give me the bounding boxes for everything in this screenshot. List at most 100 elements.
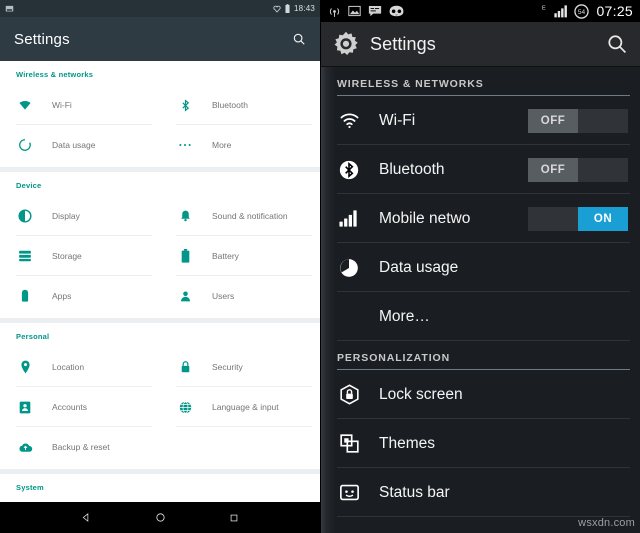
right-item-lock-screen[interactable]: Lock screen bbox=[321, 370, 640, 419]
dual-phone-settings-comparison: 18:43 Settings Wireless & networks Wi-Fi… bbox=[0, 0, 640, 533]
left-row: Storage Battery bbox=[0, 236, 320, 276]
right-status-time: 07:25 bbox=[596, 3, 633, 19]
left-page-title: Settings bbox=[14, 30, 70, 48]
left-item-backup-reset[interactable]: Backup & reset bbox=[0, 427, 160, 467]
toggle-knob-label: OFF bbox=[528, 157, 578, 182]
data-usage-icon bbox=[16, 136, 34, 154]
search-icon[interactable] bbox=[606, 33, 628, 55]
right-status-bar: E 54 07:25 bbox=[321, 0, 640, 22]
user-icon bbox=[176, 287, 194, 305]
recents-square-icon[interactable] bbox=[229, 513, 239, 523]
right-item-status-bar[interactable]: Status bar bbox=[321, 468, 640, 517]
left-item-language[interactable]: Language & input bbox=[160, 387, 320, 427]
wifi-toggle[interactable]: OFF bbox=[528, 108, 628, 133]
left-item-label: Data usage bbox=[52, 140, 96, 150]
right-item-themes[interactable]: Themes bbox=[321, 419, 640, 468]
signal-bars-icon bbox=[554, 4, 569, 18]
bell-icon bbox=[176, 207, 194, 225]
data-usage-icon bbox=[337, 256, 361, 280]
left-item-battery[interactable]: Battery bbox=[160, 236, 320, 276]
left-item-label: Bluetooth bbox=[212, 100, 248, 110]
left-item-empty bbox=[160, 427, 320, 467]
left-navigation-bar[interactable] bbox=[0, 502, 320, 533]
battery-icon bbox=[285, 4, 290, 13]
left-item-data-usage[interactable]: Data usage bbox=[0, 125, 160, 165]
search-icon[interactable] bbox=[292, 32, 306, 46]
mobile-network-toggle[interactable]: ON bbox=[528, 206, 628, 231]
left-item-storage[interactable]: Storage bbox=[0, 236, 160, 276]
right-settings-list[interactable]: WIRELESS & NETWORKS Wi-Fi OFF Bluetooth … bbox=[321, 67, 640, 533]
left-row: Apps Users bbox=[0, 276, 320, 316]
right-status-bar-notifications bbox=[328, 5, 404, 18]
watermark: wsxdn.com bbox=[578, 517, 635, 529]
left-row: Accounts Language & input bbox=[0, 387, 320, 427]
gear-icon bbox=[333, 31, 359, 57]
right-phone-screen: E 54 07:25 Settings WIRELESS & NETWORKS … bbox=[320, 0, 640, 533]
right-item-label: Mobile netwo bbox=[379, 209, 471, 227]
left-item-label: Language & input bbox=[212, 402, 279, 412]
left-item-location[interactable]: Location bbox=[0, 347, 160, 387]
left-item-label: Storage bbox=[52, 251, 82, 261]
right-item-label: Bluetooth bbox=[379, 160, 445, 178]
right-action-bar: Settings bbox=[321, 22, 640, 67]
accounts-icon bbox=[16, 398, 34, 416]
left-item-label: Backup & reset bbox=[52, 442, 110, 452]
bluetooth-toggle[interactable]: OFF bbox=[528, 157, 628, 182]
left-section-header: Personal bbox=[16, 332, 50, 341]
left-item-sound[interactable]: Sound & notification bbox=[160, 196, 320, 236]
lock-screen-icon bbox=[337, 383, 361, 407]
signal-bars-icon bbox=[337, 207, 361, 231]
left-section-wireless: Wireless & networks Wi-Fi Bluetooth Data… bbox=[0, 61, 320, 167]
network-type-label: E bbox=[542, 4, 549, 18]
left-item-bluetooth[interactable]: Bluetooth bbox=[160, 85, 320, 125]
left-phone-screen: 18:43 Settings Wireless & networks Wi-Fi… bbox=[0, 0, 320, 533]
left-item-more[interactable]: More bbox=[160, 125, 320, 165]
right-item-mobile-network[interactable]: Mobile netwo ON bbox=[321, 194, 640, 243]
left-section-personal: Personal Location Security Accounts Lang… bbox=[0, 323, 320, 469]
right-item-label: More… bbox=[379, 307, 430, 325]
left-item-security[interactable]: Security bbox=[160, 347, 320, 387]
left-row: Location Security bbox=[0, 347, 320, 387]
right-section-wireless: WIRELESS & NETWORKS Wi-Fi OFF Bluetooth … bbox=[321, 67, 640, 341]
left-status-bar-system-icons: 18:43 bbox=[273, 4, 315, 13]
storage-icon bbox=[16, 247, 34, 265]
back-triangle-icon[interactable] bbox=[81, 512, 92, 523]
right-item-label: Themes bbox=[379, 434, 435, 452]
left-item-label: Users bbox=[212, 291, 235, 301]
right-item-more[interactable]: More… bbox=[321, 292, 640, 341]
right-section-personalization: PERSONALIZATION Lock screen Themes Statu… bbox=[321, 341, 640, 517]
toggle-knob-label: ON bbox=[578, 206, 628, 231]
left-item-apps[interactable]: Apps bbox=[0, 276, 160, 316]
left-item-label: Battery bbox=[212, 251, 239, 261]
left-item-users[interactable]: Users bbox=[160, 276, 320, 316]
right-item-data-usage[interactable]: Data usage bbox=[321, 243, 640, 292]
home-circle-icon[interactable] bbox=[155, 512, 166, 523]
right-item-wifi[interactable]: Wi-Fi OFF bbox=[321, 96, 640, 145]
left-item-display[interactable]: Display bbox=[0, 196, 160, 236]
left-row: Data usage More bbox=[0, 125, 320, 165]
bluetooth-icon bbox=[337, 158, 361, 182]
apps-icon bbox=[16, 287, 34, 305]
left-item-wifi[interactable]: Wi-Fi bbox=[0, 85, 160, 125]
right-item-label: Lock screen bbox=[379, 385, 463, 403]
svg-text:54: 54 bbox=[578, 8, 586, 15]
left-section-header: Wireless & networks bbox=[16, 70, 94, 79]
more-dots-icon bbox=[176, 136, 194, 154]
location-pin-icon bbox=[16, 358, 34, 376]
bluetooth-icon bbox=[176, 96, 194, 114]
left-settings-list[interactable]: Wireless & networks Wi-Fi Bluetooth Data… bbox=[0, 61, 320, 533]
right-item-label: Data usage bbox=[379, 258, 459, 276]
left-status-bar: 18:43 bbox=[0, 0, 320, 17]
left-item-label: Wi-Fi bbox=[52, 100, 72, 110]
left-row: Backup & reset bbox=[0, 427, 320, 467]
left-item-label: Sound & notification bbox=[212, 211, 288, 221]
right-item-bluetooth[interactable]: Bluetooth OFF bbox=[321, 145, 640, 194]
left-item-label: Display bbox=[52, 211, 80, 221]
image-icon bbox=[348, 5, 361, 17]
svg-text:E: E bbox=[542, 6, 546, 12]
wifi-icon bbox=[337, 109, 361, 133]
battery-icon bbox=[176, 247, 194, 265]
left-item-label: More bbox=[212, 140, 232, 150]
status-bar-icon bbox=[337, 481, 361, 505]
left-item-accounts[interactable]: Accounts bbox=[0, 387, 160, 427]
